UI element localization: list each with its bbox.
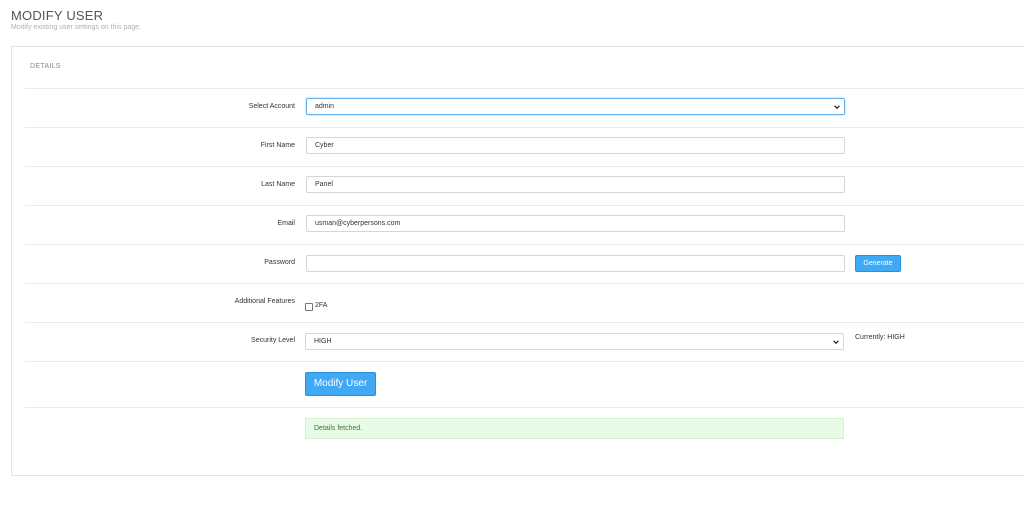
row-divider <box>25 244 1024 245</box>
modify-user-button[interactable]: Modify User <box>305 372 376 396</box>
row-divider <box>25 127 1024 128</box>
chevron-down-icon <box>833 340 839 345</box>
additional-features-label: Additional Features <box>234 298 295 305</box>
last-name-label: Last Name <box>261 181 295 188</box>
last-name-input[interactable]: Panel <box>306 176 845 193</box>
email-label: Email <box>277 220 295 227</box>
row-divider <box>25 283 1024 284</box>
generate-password-button[interactable]: Generate <box>855 255 901 272</box>
email-input[interactable]: usman@cyberpersons.com <box>306 215 845 232</box>
row-divider <box>25 407 1024 408</box>
first-name-input[interactable]: Cyber <box>306 137 845 154</box>
row-divider <box>25 361 1024 362</box>
row-divider <box>25 205 1024 206</box>
page-subtitle: Modify existing user settings on this pa… <box>11 24 141 31</box>
password-label: Password <box>264 259 295 266</box>
chevron-down-icon <box>834 105 840 110</box>
row-divider <box>25 88 1024 89</box>
select-account-dropdown[interactable]: admin <box>306 98 845 115</box>
status-message: Details fetched. <box>305 418 844 439</box>
page-title: MODIFY USER <box>11 8 104 23</box>
security-level-value: HIGH <box>314 338 332 345</box>
row-divider <box>25 322 1024 323</box>
first-name-label: First Name <box>260 142 295 149</box>
select-account-value: admin <box>315 103 335 110</box>
panel-heading: DETAILS <box>30 63 61 70</box>
twofa-label: 2FA <box>315 302 328 309</box>
row-divider <box>25 166 1024 167</box>
twofa-checkbox[interactable] <box>305 303 313 311</box>
password-input[interactable] <box>306 255 845 272</box>
security-level-label: Security Level <box>251 337 295 344</box>
security-level-current: Currently: HIGH <box>855 334 905 341</box>
select-account-label: Select Account <box>248 103 295 110</box>
security-level-dropdown[interactable]: HIGH <box>305 333 844 350</box>
